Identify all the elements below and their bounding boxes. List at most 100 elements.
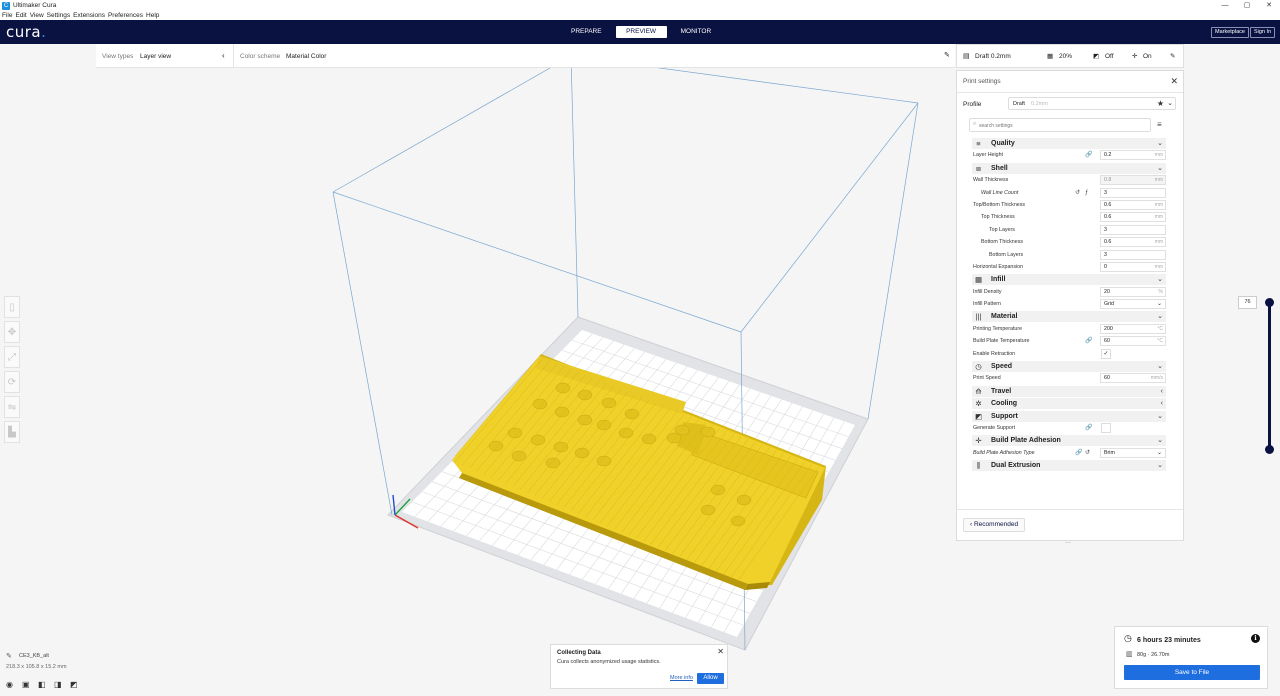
settings-search[interactable]: ⌕: [969, 118, 1151, 132]
close-window-button[interactable]: ✕: [1258, 0, 1280, 11]
setting-checkbox[interactable]: ✓: [1101, 348, 1111, 359]
setting-input[interactable]: 0.8 mm: [1100, 175, 1166, 186]
setting-input[interactable]: Brim ⌄: [1100, 447, 1166, 458]
settings-category-quality[interactable]: ≡ Quality ⌄: [972, 138, 1166, 149]
setting-label: Layer Height: [973, 152, 1004, 159]
move-tool-icon[interactable]: ✥: [4, 321, 20, 343]
menu-settings[interactable]: Settings: [47, 12, 71, 19]
resize-handle-icon[interactable]: ···: [1065, 540, 1071, 546]
setting-checkbox[interactable]: [1101, 422, 1111, 433]
setting-label: Infill Pattern: [973, 301, 1001, 308]
layer-slider-track[interactable]: [1268, 302, 1271, 450]
setting-input[interactable]: 0.2 mm: [1100, 150, 1166, 161]
setting-input[interactable]: 0.6 mm: [1100, 199, 1166, 210]
window-title-bar: C Ultimaker Cura — ▢ ✕: [0, 0, 1280, 11]
pencil-icon[interactable]: ✎: [1170, 52, 1175, 60]
link-icon[interactable]: 🔗: [1085, 424, 1092, 433]
reset-icon[interactable]: ↺: [1075, 189, 1080, 198]
open-file-icon[interactable]: ▯: [4, 296, 20, 318]
menu-preferences[interactable]: Preferences: [108, 12, 143, 19]
link-icon[interactable]: 🔗: [1075, 449, 1082, 458]
setting-row: Infill Density 20%: [972, 286, 1166, 298]
right-view-icon[interactable]: ◩: [70, 680, 79, 689]
recommended-label: Recommended: [973, 521, 1019, 528]
settings-category-shell[interactable]: ⧈ Shell ⌄: [972, 162, 1166, 174]
front-view-icon[interactable]: ▣: [22, 680, 31, 689]
save-to-file-button[interactable]: Save to File: [1124, 665, 1260, 680]
tab-prepare[interactable]: PREPARE: [561, 26, 612, 38]
menu-icon[interactable]: ≡: [1157, 120, 1162, 129]
mirror-tool-icon[interactable]: ⇋: [4, 396, 20, 418]
close-icon[interactable]: ✕: [717, 647, 724, 656]
setting-input[interactable]: 3: [1100, 249, 1166, 260]
minimize-button[interactable]: —: [1214, 0, 1236, 11]
menu-file[interactable]: File: [2, 12, 12, 19]
setting-input[interactable]: 0 mm: [1100, 261, 1166, 272]
setting-unit: mm: [1154, 263, 1163, 270]
setting-input[interactable]: 3: [1100, 187, 1166, 198]
search-input[interactable]: [979, 121, 1139, 130]
settings-category-material[interactable]: ||| Material ⌄: [972, 311, 1166, 323]
menu-extensions[interactable]: Extensions: [73, 12, 105, 19]
setting-input[interactable]: 0.6 mm: [1100, 237, 1166, 248]
setting-input[interactable]: Grid ⌄: [1100, 299, 1166, 310]
menu-help[interactable]: Help: [146, 12, 159, 19]
setting-input[interactable]: 60 °C: [1100, 336, 1166, 347]
stage-tabs: PREPARE PREVIEW MONITOR: [561, 26, 721, 38]
pencil-icon[interactable]: ✎: [944, 51, 950, 59]
category-label: Speed: [991, 363, 1013, 371]
setting-input[interactable]: 0.6 mm: [1100, 212, 1166, 223]
pencil-icon[interactable]: ✎: [6, 652, 12, 660]
menu-view[interactable]: View: [30, 12, 44, 19]
marketplace-button[interactable]: Marketplace: [1211, 27, 1249, 38]
category-icon: ≡: [976, 139, 981, 148]
setting-input[interactable]: 20%: [1100, 286, 1166, 297]
3d-view-icon[interactable]: ◉: [6, 680, 15, 689]
allow-button[interactable]: Allow: [697, 673, 724, 684]
tab-monitor[interactable]: MONITOR: [671, 26, 722, 38]
object-dimensions: 218.3 x 105.8 x 15.2 mm: [6, 664, 67, 670]
top-view-icon[interactable]: ◧: [38, 680, 47, 689]
per-model-settings-icon[interactable]: ▙: [4, 421, 20, 443]
settings-category-cooling[interactable]: ✲ Cooling ‹: [972, 398, 1166, 410]
more-info-link[interactable]: More info: [670, 675, 693, 681]
chevron-left-icon[interactable]: ‹: [222, 51, 225, 60]
close-icon[interactable]: ✕: [1170, 76, 1178, 87]
settings-category-support[interactable]: ◩ Support ⌄: [972, 410, 1166, 422]
rotate-tool-icon[interactable]: ⟳: [4, 371, 20, 393]
chevron-icon: ‹: [1160, 387, 1163, 395]
sign-in-button[interactable]: Sign In: [1250, 27, 1276, 38]
setting-row: Top/Bottom Thickness 0.6 mm: [972, 199, 1166, 211]
link-icon[interactable]: 🔗: [1085, 151, 1092, 160]
maximize-button[interactable]: ▢: [1236, 0, 1258, 11]
star-icon[interactable]: ★: [1157, 99, 1164, 108]
model-bump: [532, 398, 548, 410]
settings-category-dual-extrusion[interactable]: ⫼ Dual Extrusion ⌄: [972, 460, 1166, 472]
settings-category-travel[interactable]: ⟰ Travel ‹: [972, 385, 1166, 397]
scale-tool-icon[interactable]: ⤢: [4, 346, 20, 368]
setting-input[interactable]: 3: [1100, 224, 1166, 235]
setting-input[interactable]: 60 mm/s: [1100, 373, 1166, 384]
settings-category-infill[interactable]: ▦ Infill ⌄: [972, 274, 1166, 286]
setting-input[interactable]: 200 °C: [1100, 323, 1166, 334]
layer-slider-top-handle[interactable]: [1265, 298, 1274, 307]
info-icon[interactable]: i: [1251, 634, 1260, 643]
setting-unit: mm: [1154, 239, 1163, 246]
color-scheme-select[interactable]: Material Color: [286, 53, 326, 60]
view-types-select[interactable]: Layer view: [140, 53, 171, 60]
print-setup-bar[interactable]: ▤ Draft 0.2mm ▦ 20% ◩ Off ✛ On ✎: [956, 44, 1184, 68]
layer-slider-bottom-handle[interactable]: [1265, 445, 1274, 454]
recommended-button[interactable]: ‹ Recommended: [963, 518, 1026, 532]
reset-icon[interactable]: ↺: [1085, 449, 1090, 458]
menu-edit[interactable]: Edit: [15, 12, 26, 19]
profile-select[interactable]: Draft 0.2mm ★ ⌄: [1008, 97, 1176, 110]
chevron-icon: ⌄: [1157, 412, 1163, 420]
tab-preview[interactable]: PREVIEW: [615, 26, 667, 38]
setting-value: 3: [1104, 189, 1107, 196]
left-view-icon[interactable]: ◨: [54, 680, 63, 689]
layer-number-input[interactable]: 76: [1238, 296, 1257, 309]
settings-category-build-plate-adhesion[interactable]: ✛ Build Plate Adhesion ⌄: [972, 435, 1166, 447]
settings-category-speed[interactable]: ◷ Speed ⌄: [972, 361, 1166, 373]
function-icon[interactable]: ƒ: [1085, 189, 1088, 198]
link-icon[interactable]: 🔗: [1085, 337, 1092, 346]
